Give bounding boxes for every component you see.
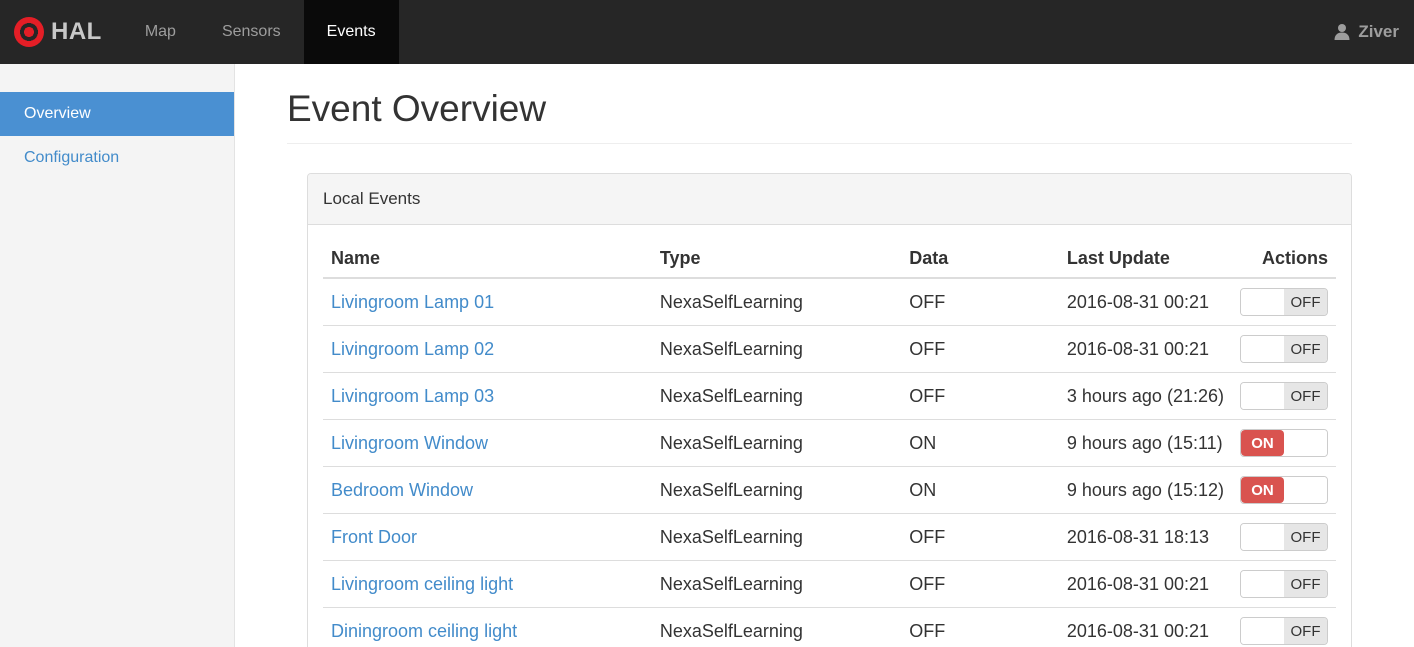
table-row: Diningroom ceiling light NexaSelfLearnin…: [323, 607, 1336, 647]
bullseye-logo-icon: [14, 17, 44, 47]
nav-item-label: Events: [326, 23, 376, 40]
toggle-handle: [1241, 383, 1284, 409]
toggle-switch[interactable]: OFF: [1240, 288, 1328, 316]
device-type: NexaSelfLearning: [651, 513, 902, 561]
device-data: OFF: [901, 560, 1059, 608]
column-header-actions: Actions: [1231, 240, 1336, 279]
device-last-update: 2016-08-31 00:21: [1066, 291, 1209, 312]
nav-item-events[interactable]: Events: [303, 0, 399, 64]
top-navbar: HAL Map Sensors Events Ziver: [0, 0, 1414, 64]
sidebar-item-label: Configuration: [24, 149, 120, 166]
brand[interactable]: HAL: [0, 0, 122, 64]
device-data: OFF: [901, 372, 1059, 420]
main-content: Event Overview Local Events Name Type Da…: [235, 64, 1414, 647]
column-header-name: Name: [323, 240, 652, 279]
device-data: OFF: [901, 513, 1059, 561]
toggle-switch[interactable]: OFF: [1240, 617, 1328, 645]
device-link[interactable]: Livingroom Lamp 01: [331, 292, 494, 312]
user-icon: [1332, 22, 1352, 42]
main-nav: Map Sensors Events: [122, 0, 399, 64]
toggle-handle: [1284, 477, 1327, 503]
column-header-last-update: Last Update: [1058, 240, 1232, 279]
panel-title: Local Events: [308, 174, 1351, 225]
device-link[interactable]: Diningroom ceiling light: [331, 621, 517, 641]
brand-title: HAL: [51, 18, 102, 45]
events-table: Name Type Data Last Update Actions Livin…: [323, 240, 1336, 647]
device-data: ON: [901, 419, 1059, 467]
local-events-panel: Local Events Name Type Data Last Update …: [307, 173, 1352, 647]
sidebar: Overview Configuration: [0, 64, 235, 647]
sidebar-item-configuration[interactable]: Configuration: [0, 136, 234, 180]
device-type: NexaSelfLearning: [659, 291, 803, 312]
toggle-label: OFF: [1284, 571, 1327, 597]
table-row: Livingroom Lamp 02 NexaSelfLearning OFF …: [323, 325, 1336, 373]
device-data: OFF: [909, 291, 946, 312]
toggle-label: OFF: [1284, 618, 1327, 644]
table-row: Livingroom Lamp 01 NexaSelfLearning OFF …: [323, 278, 1336, 326]
device-last-update: 9 hours ago (15:11): [1058, 419, 1232, 467]
toggle-label: OFF: [1284, 336, 1327, 362]
user-name: Ziver: [1358, 22, 1399, 41]
device-link[interactable]: Front Door: [331, 527, 417, 547]
toggle-handle: [1241, 524, 1284, 550]
toggle-handle: [1284, 430, 1327, 456]
toggle-label: OFF: [1284, 289, 1327, 315]
nav-item-sensors[interactable]: Sensors: [199, 0, 304, 64]
device-last-update: 2016-08-31 00:21: [1058, 607, 1232, 647]
column-header-type: Type: [651, 240, 902, 279]
device-link[interactable]: Livingroom Window: [331, 433, 488, 453]
toggle-switch[interactable]: OFF: [1240, 523, 1328, 551]
table-row: Livingroom Window NexaSelfLearning ON 9 …: [323, 419, 1336, 467]
toggle-label: OFF: [1284, 524, 1327, 550]
device-data: OFF: [901, 607, 1059, 647]
device-type: NexaSelfLearning: [651, 419, 902, 467]
toggle-handle: [1241, 571, 1284, 597]
device-type: NexaSelfLearning: [651, 607, 902, 647]
toggle-switch[interactable]: OFF: [1240, 335, 1328, 363]
nav-item-label: Sensors: [221, 23, 281, 40]
toggle-switch[interactable]: OFF: [1240, 570, 1328, 598]
nav-item-map[interactable]: Map: [122, 0, 199, 64]
device-link[interactable]: Livingroom Lamp 03: [331, 386, 494, 406]
table-row: Livingroom ceiling light NexaSelfLearnin…: [323, 560, 1336, 608]
column-header-data: Data: [901, 240, 1059, 279]
device-type: NexaSelfLearning: [651, 466, 902, 514]
device-link[interactable]: Livingroom Lamp 02: [331, 339, 494, 359]
device-type: NexaSelfLearning: [651, 325, 902, 373]
table-row: Bedroom Window NexaSelfLearning ON 9 hou…: [323, 466, 1336, 514]
toggle-handle: [1241, 336, 1284, 362]
page-layout: Overview Configuration Event Overview Lo…: [0, 64, 1414, 647]
device-last-update: 3 hours ago (21:26): [1058, 372, 1232, 420]
table-row: Livingroom Lamp 03 NexaSelfLearning OFF …: [323, 372, 1336, 420]
panel-body: Name Type Data Last Update Actions Livin…: [308, 225, 1351, 647]
toggle-switch[interactable]: ON: [1240, 476, 1328, 504]
table-header-row: Name Type Data Last Update Actions: [323, 240, 1336, 279]
sidebar-item-label: Overview: [24, 105, 91, 122]
device-data: OFF: [901, 325, 1059, 373]
device-last-update: 2016-08-31 18:13: [1058, 513, 1232, 561]
device-last-update: 2016-08-31 00:21: [1058, 560, 1232, 608]
device-type: NexaSelfLearning: [651, 372, 902, 420]
toggle-label: OFF: [1284, 383, 1327, 409]
toggle-label: ON: [1241, 477, 1284, 503]
device-last-update: 9 hours ago (15:12): [1058, 466, 1232, 514]
sidebar-item-overview[interactable]: Overview: [0, 92, 234, 136]
device-last-update: 2016-08-31 00:21: [1058, 325, 1232, 373]
device-type: NexaSelfLearning: [651, 560, 902, 608]
user-menu[interactable]: Ziver: [1317, 0, 1414, 64]
toggle-switch[interactable]: ON: [1240, 429, 1328, 457]
toggle-switch[interactable]: OFF: [1240, 382, 1328, 410]
device-link[interactable]: Livingroom ceiling light: [331, 574, 513, 594]
nav-item-label: Map: [144, 23, 176, 40]
toggle-handle: [1241, 289, 1284, 315]
page-title: Event Overview: [287, 88, 1352, 144]
toggle-handle: [1241, 618, 1284, 644]
toggle-label: ON: [1241, 430, 1284, 456]
device-link[interactable]: Bedroom Window: [331, 480, 473, 500]
table-row: Front Door NexaSelfLearning OFF 2016-08-…: [323, 513, 1336, 561]
device-data: ON: [901, 466, 1059, 514]
